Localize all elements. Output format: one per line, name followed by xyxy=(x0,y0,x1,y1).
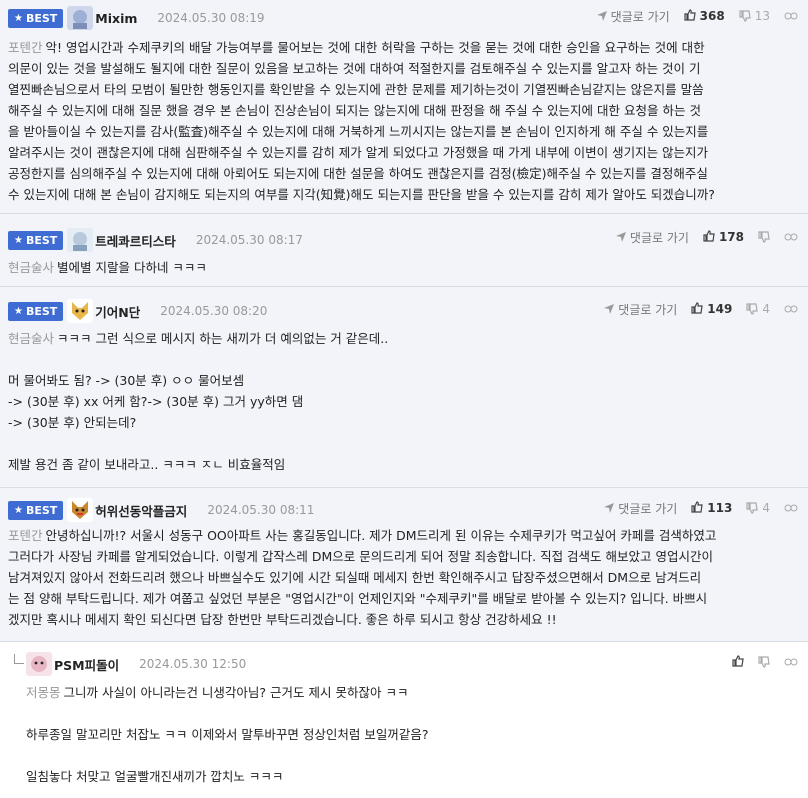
comment-actions: 댓글로 가기 149 4 xyxy=(604,297,798,321)
more-options-icon[interactable] xyxy=(784,656,798,668)
comment-author[interactable]: 트레콰르티스타 xyxy=(95,231,176,250)
thumbs-down-icon[interactable] xyxy=(758,656,770,668)
comment-header: PSM피돌이 2024.05.30 12:50 xyxy=(26,652,246,676)
star-icon: ★ xyxy=(14,234,23,246)
comment-date: 2024.05.30 08:19 xyxy=(157,11,265,25)
thumbs-up-icon[interactable] xyxy=(732,654,744,670)
thumbs-up-icon[interactable] xyxy=(691,301,703,317)
downvote-count: 4 xyxy=(762,501,770,515)
comment: ★ BEST Mixim 2024.05.30 08:19 댓글로 가기 368 … xyxy=(0,0,808,214)
downvote-count: 4 xyxy=(762,302,770,316)
comment: ★ BEST 트레콰르티스타 2024.05.30 08:17 댓글로 가기 17… xyxy=(0,214,808,287)
thumbs-up-icon[interactable] xyxy=(684,8,696,24)
goto-reply-link[interactable]: 댓글로 가기 xyxy=(615,229,689,246)
comment-body: 저몽몽 그니까 사실이 아니라는건 니생각아님? 근거도 제시 못하잖아 ㅋㅋ 하… xyxy=(26,685,429,784)
comment-author[interactable]: 허위선동악플금지 xyxy=(95,501,187,520)
goto-reply-link[interactable]: 댓글로 가기 xyxy=(604,500,677,517)
thumbs-up-icon[interactable] xyxy=(703,229,715,245)
comment-author[interactable]: 기어N단 xyxy=(95,302,140,321)
comment: ★ BEST 허위선동악플금지 2024.05.30 08:11 댓글로 가기 1… xyxy=(0,488,808,642)
comment: ★ BEST 기어N단 2024.05.30 08:20 댓글로 가기 149 4… xyxy=(0,287,808,488)
comment-author[interactable]: Mixim xyxy=(95,11,137,26)
comment-header: ★ BEST 허위선동악플금지 2024.05.30 08:11 xyxy=(8,498,314,522)
comment-date: 2024.05.30 12:50 xyxy=(139,657,247,671)
comment-actions xyxy=(732,650,798,674)
thumbs-down-icon[interactable] xyxy=(739,10,751,22)
upvote-count: 113 xyxy=(707,501,733,515)
avatar[interactable] xyxy=(67,228,94,252)
best-badge: ★ BEST xyxy=(8,301,64,321)
user-tag: 포텐간 xyxy=(8,528,43,543)
user-tag: 포텐간 xyxy=(8,40,43,55)
comment-header: ★ BEST 트레콰르티스타 2024.05.30 08:17 xyxy=(8,228,303,252)
send-icon xyxy=(604,503,615,513)
comment-date: 2024.05.30 08:11 xyxy=(207,503,315,517)
comment-actions: 댓글로 가기 178 xyxy=(615,225,798,249)
star-icon: ★ xyxy=(14,504,23,516)
avatar[interactable] xyxy=(26,652,52,676)
star-icon: ★ xyxy=(14,305,23,317)
upvote-count: 368 xyxy=(699,9,725,23)
goto-reply-link[interactable]: 댓글로 가기 xyxy=(596,8,670,25)
avatar[interactable] xyxy=(67,6,94,30)
goto-reply-link[interactable]: 댓글로 가기 xyxy=(604,301,677,318)
comment-header: ★ BEST Mixim 2024.05.30 08:19 xyxy=(8,6,265,30)
comment-body: 포텐간 악! 영업시간과 수제쿠키의 배달 가능여부를 물어보는 것에 대한 허락… xyxy=(8,40,715,202)
send-icon xyxy=(604,304,615,314)
comment-body: 현금술사 별에별 지랄을 다하네 ㅋㅋㅋ xyxy=(8,260,207,275)
star-icon: ★ xyxy=(14,12,23,24)
comment-actions: 댓글로 가기 113 4 xyxy=(604,496,798,520)
comment-author[interactable]: PSM피돌이 xyxy=(54,655,119,674)
user-tag: 현금술사 xyxy=(8,331,55,346)
comment-date: 2024.05.30 08:20 xyxy=(160,304,268,318)
more-options-icon[interactable] xyxy=(784,502,798,514)
send-icon xyxy=(596,11,607,21)
reply-comment: PSM피돌이 2024.05.30 12:50 저몽몽 그니까 사실이 아니라는건… xyxy=(0,642,808,798)
reply-indent-icon xyxy=(14,654,24,664)
user-tag: 저몽몽 xyxy=(26,685,61,700)
comment-header: ★ BEST 기어N단 2024.05.30 08:20 xyxy=(8,299,267,323)
best-badge: ★ BEST xyxy=(8,8,64,28)
comment-date: 2024.05.30 08:17 xyxy=(195,233,303,247)
downvote-count: 13 xyxy=(754,9,770,23)
comment-body: 현금술사 ㅋㅋㅋ 그런 식으로 메시지 하는 새끼가 더 예의없는 거 같은데..… xyxy=(8,331,389,472)
thumbs-down-icon[interactable] xyxy=(746,502,759,514)
best-badge: ★ BEST xyxy=(8,230,64,250)
user-tag: 현금술사 xyxy=(8,260,55,275)
upvote-count: 149 xyxy=(707,302,733,316)
more-options-icon[interactable] xyxy=(784,303,798,315)
thumbs-up-icon[interactable] xyxy=(691,500,703,516)
best-badge: ★ BEST xyxy=(8,500,64,520)
avatar[interactable] xyxy=(67,299,94,323)
thumbs-down-icon[interactable] xyxy=(746,303,759,315)
comment-body: 포텐간 안녕하십니까!? 서울시 성동구 OO아파트 사는 홍길동입니다. 제가 … xyxy=(8,528,717,627)
comment-actions: 댓글로 가기 368 13 xyxy=(596,4,798,28)
thumbs-down-icon[interactable] xyxy=(758,231,770,243)
upvote-count: 178 xyxy=(718,230,744,244)
send-icon xyxy=(615,232,626,242)
more-options-icon[interactable] xyxy=(784,10,798,22)
more-options-icon[interactable] xyxy=(784,231,798,243)
avatar[interactable] xyxy=(67,498,94,522)
